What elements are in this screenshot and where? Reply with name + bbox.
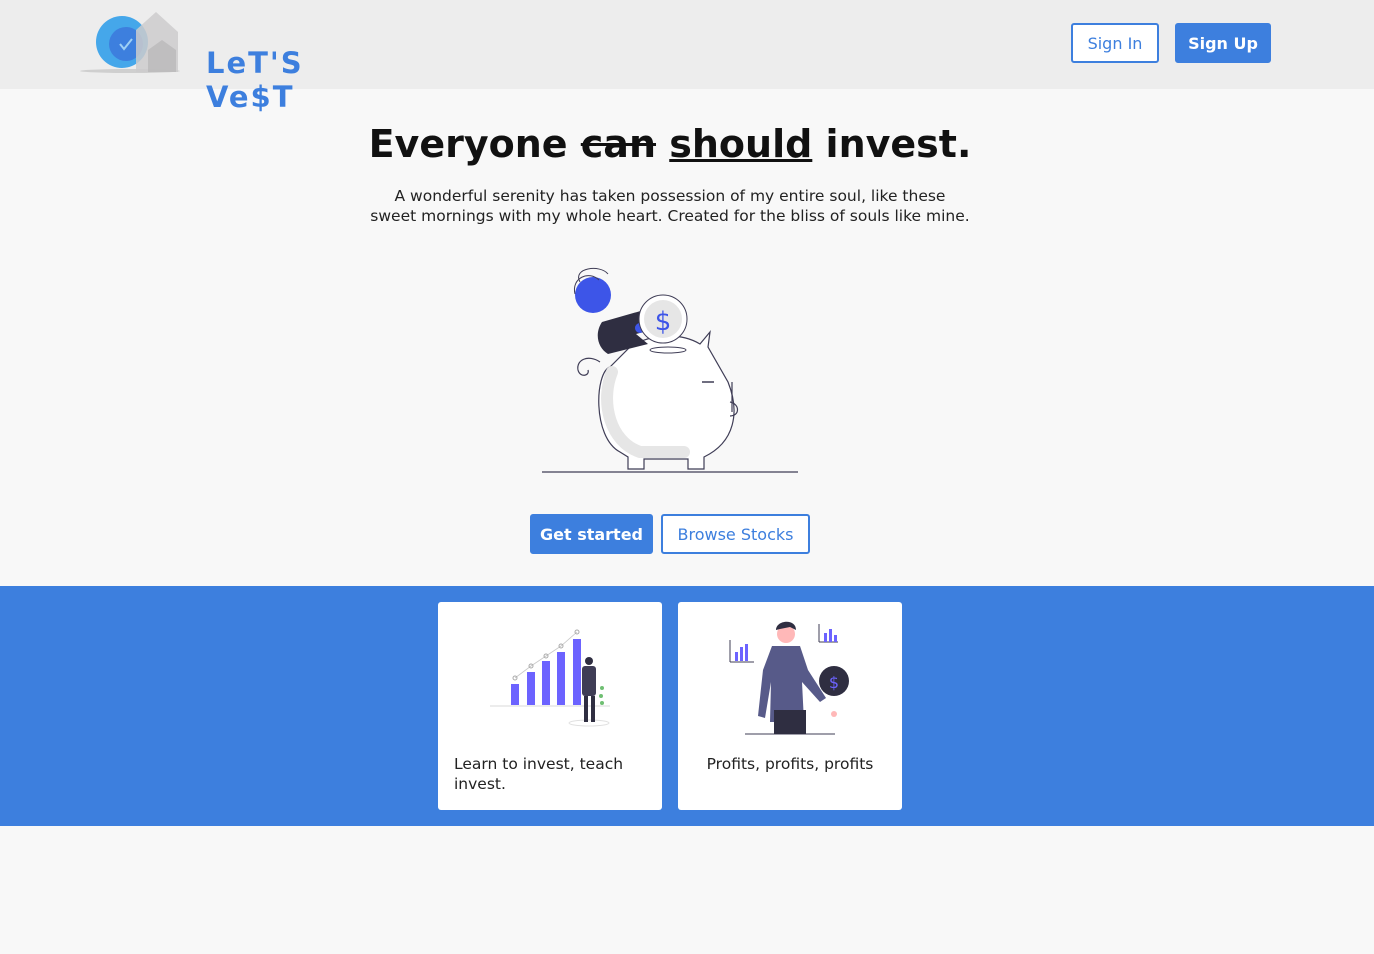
logo-text: LeT'S Ve$T xyxy=(206,46,304,114)
site-header: LeT'S Ve$T Sign In Sign Up xyxy=(0,0,1374,114)
hero-subtitle: A wonderful serenity has taken possessio… xyxy=(370,187,970,225)
title-suffix: invest. xyxy=(812,122,972,166)
feature-card[interactable]: $ Profits, profits, profits xyxy=(678,602,902,810)
growth-chart-illustration xyxy=(490,629,610,727)
feature-text: Profits, profits, profits xyxy=(706,755,874,773)
sign-up-button[interactable]: Sign Up xyxy=(1175,23,1271,63)
feature-text: Learn to invest, teach invest. xyxy=(454,755,624,793)
businessman-coin-illustration: $ xyxy=(729,621,849,735)
title-underlined-word: should xyxy=(669,122,813,166)
title-prefix: Everyone xyxy=(368,122,581,166)
site-logo[interactable]: LeT'S Ve$T xyxy=(80,10,360,114)
hero-title: Everyone can should invest. xyxy=(0,122,1340,166)
sign-in-button[interactable]: Sign In xyxy=(1071,23,1159,63)
coin-dollar-icon: $ xyxy=(655,307,672,337)
title-struck-word: can xyxy=(580,122,657,166)
feature-card[interactable]: Learn to invest, teach invest. xyxy=(438,602,662,810)
coin-dollar-icon: $ xyxy=(829,673,839,692)
get-started-button[interactable]: Get started xyxy=(530,514,653,554)
features-band: Learn to invest, teach invest. $ Profits… xyxy=(0,586,1374,826)
piggy-bank-illustration: $ xyxy=(542,267,798,473)
browse-stocks-button[interactable]: Browse Stocks xyxy=(661,514,810,554)
